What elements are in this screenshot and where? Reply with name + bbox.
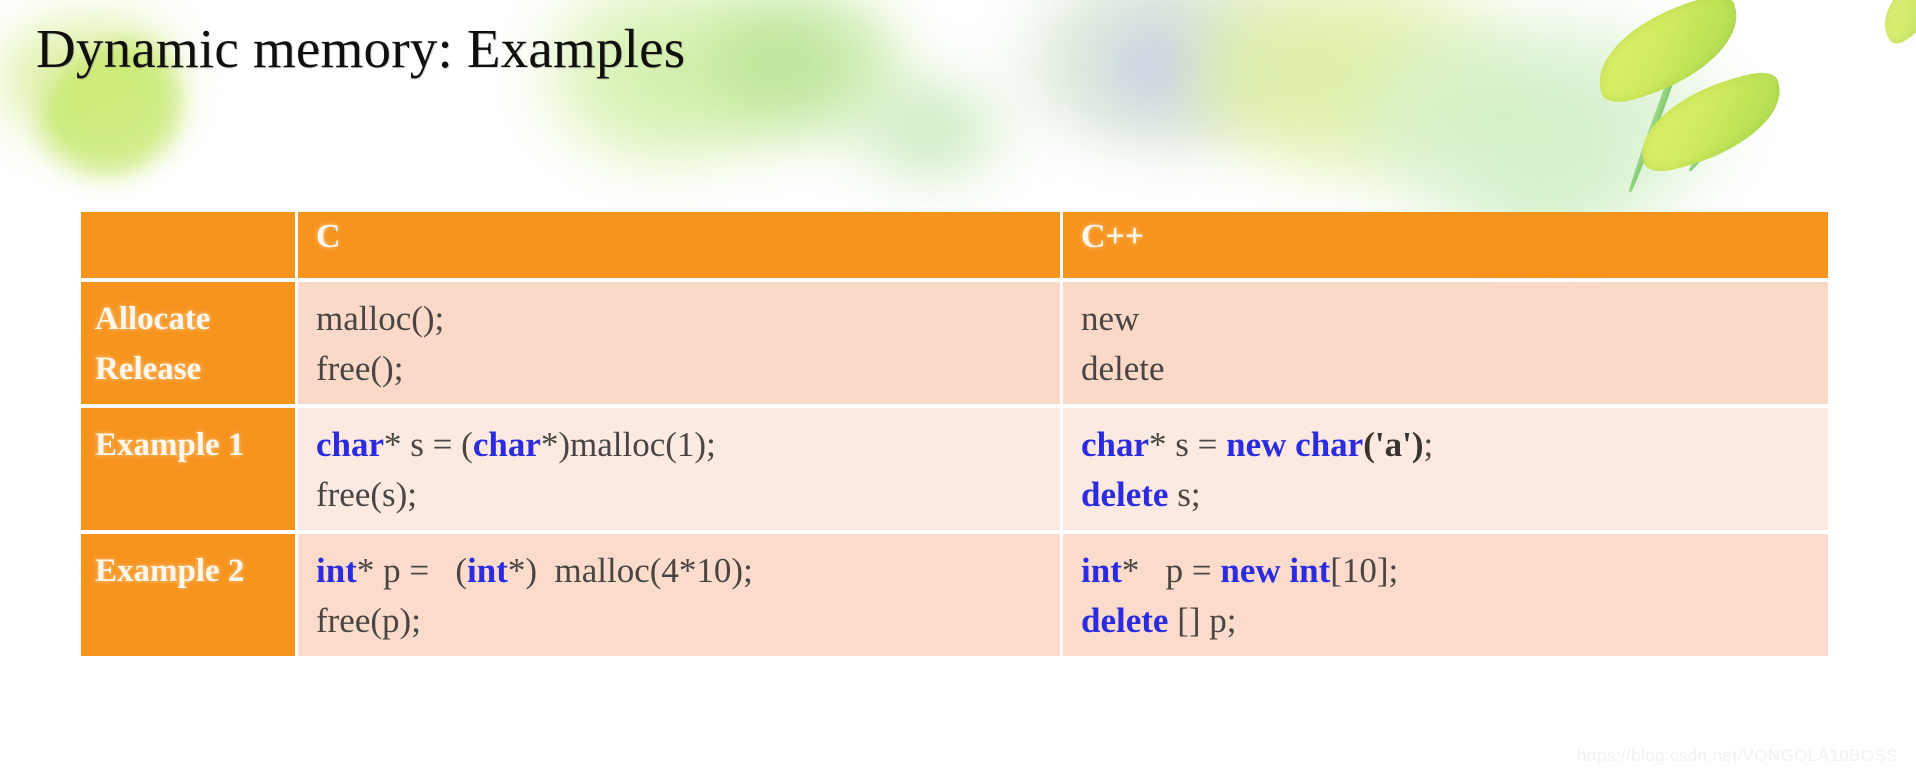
code-char-literal: ('a') [1363,425,1424,464]
cell-cpp-allocate-release: new delete [1063,282,1828,404]
code-line: char* s = new char('a'); [1081,425,1433,464]
code-text: * p = ( [356,551,468,590]
code-line: delete s; [1081,475,1201,514]
row-label-line2: Release [95,351,202,387]
code-keyword: char [472,425,541,464]
row-label-line1: Example 1 [95,427,245,463]
code-line: int* p = new int[10]; [1081,551,1398,590]
code-line: char* s = (char*)malloc(1); [316,425,716,464]
row-label-example-2: Example 2 [81,534,295,656]
code-text: *)malloc(1); [540,425,716,464]
cell-cpp-example-2: int* p = new int[10]; delete [] p; [1063,534,1828,656]
leaf-blur-shape [1000,0,1330,150]
code-line: new [1081,299,1140,338]
leaf-blur-shape [830,60,1030,200]
leaf-blur-shape [690,0,920,155]
code-line: free(p); [316,601,421,640]
code-keyword: char [316,425,385,464]
watermark-url: https://blog.csdn.net/VONGOLA10BOSS [1576,746,1898,765]
code-keyword: new int [1220,551,1331,590]
row-label-line1: Example 2 [95,553,245,589]
row-label-allocate-release: Allocate Release [81,282,295,404]
code-text: * s = [1149,425,1227,464]
cell-cpp-example-1: char* s = new char('a'); delete s; [1063,408,1828,530]
leaf-icon [1869,0,1916,48]
row-label-example-1: Example 1 [81,408,295,530]
code-text: s; [1168,475,1201,514]
code-keyword: int [316,551,357,590]
code-keyword: new char [1226,425,1364,464]
code-keyword: int [467,551,508,590]
table-row: Allocate Release malloc(); free(); new dele… [81,282,1828,404]
code-text: [10]; [1330,551,1399,590]
code-keyword: delete [1081,601,1169,640]
row-label-line1: Allocate [95,301,211,337]
code-text: *) malloc(4*10); [507,551,753,590]
cell-c-example-2: int* p = (int*) malloc(4*10); free(p); [298,534,1060,656]
table-row: Example 2 int* p = (int*) malloc(4*10); f… [81,534,1828,656]
code-line: free(s); [316,475,418,514]
leaf-stem [1626,0,1707,194]
cell-c-allocate-release: malloc(); free(); [298,282,1060,404]
code-keyword: delete [1081,475,1169,514]
code-keyword: char [1081,425,1150,464]
code-line: delete [1081,349,1165,388]
c-vs-cpp-comparison-table: C C++ Allocate Release malloc(); free(); n… [78,208,1831,660]
code-line: delete [] p; [1081,601,1237,640]
table-header-corner [81,212,295,278]
leaf-blur-shape [1180,0,1540,180]
code-text: * s = ( [384,425,473,464]
code-text: ; [1423,425,1434,464]
page-title: Dynamic memory: Examples [36,18,686,79]
code-text: * p = [1121,551,1221,590]
code-line: malloc(); [316,299,445,338]
leaf-icon [1629,67,1793,177]
cell-c-example-1: char* s = (char*)malloc(1); free(s); [298,408,1060,530]
code-line: free(); [316,349,404,388]
code-keyword: int [1081,551,1122,590]
table-header-row: C C++ [81,212,1828,278]
table-header-c: C [298,212,1060,278]
code-text: [] p; [1168,601,1237,640]
table-row: Example 1 char* s = (char*)malloc(1); fre… [81,408,1828,530]
leaf-icon [1584,0,1752,108]
leaf-stem [1687,98,1748,173]
code-line: int* p = (int*) malloc(4*10); [316,551,753,590]
table-header-cpp: C++ [1063,212,1828,278]
